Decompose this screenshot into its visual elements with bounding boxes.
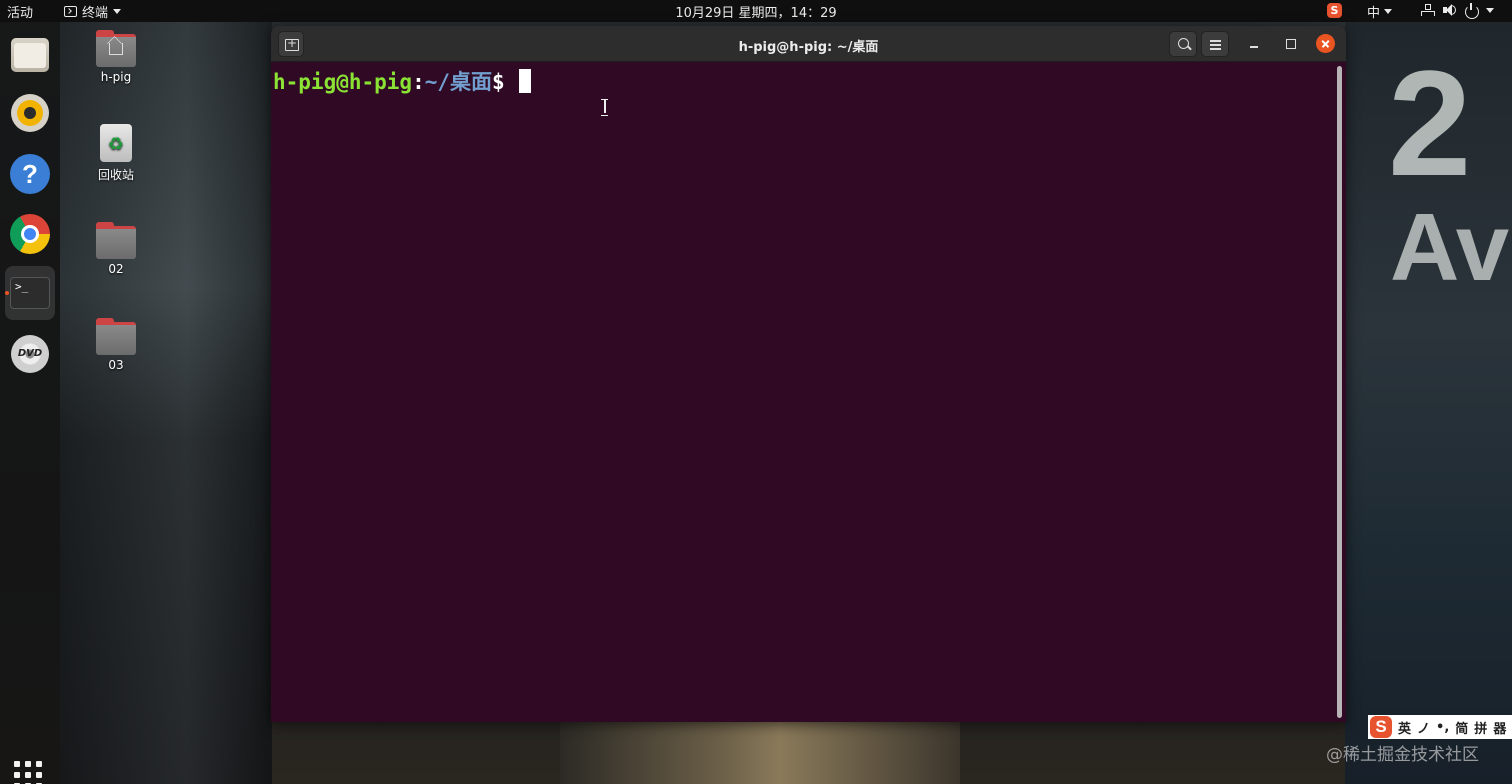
- app-menu-label: 终端: [82, 6, 109, 21]
- desktop-icon-label: 02: [108, 262, 124, 276]
- hamburger-menu-button[interactable]: [1201, 31, 1229, 57]
- prompt-path: ~/桌面: [424, 70, 493, 94]
- chevron-down-icon: [113, 9, 122, 14]
- running-indicator: [5, 291, 9, 295]
- desktop-icon-folder-02[interactable]: 02: [76, 222, 156, 276]
- power-icon: [1464, 3, 1479, 19]
- input-method-menu[interactable]: 中: [1367, 2, 1393, 21]
- chrome-icon: [10, 214, 50, 254]
- desktop-icon-label: h-pig: [100, 70, 132, 84]
- station-sign-text: Ave: [1390, 200, 1512, 296]
- volume-icon: [1442, 3, 1456, 17]
- terminal-icon: [64, 6, 77, 17]
- text-cursor: [518, 69, 531, 93]
- close-button[interactable]: [1316, 34, 1335, 53]
- input-method-label: 中: [1367, 6, 1381, 21]
- chevron-down-icon: [1486, 7, 1494, 13]
- dock-item-chrome[interactable]: [5, 207, 55, 261]
- activities-button[interactable]: 活动: [7, 2, 33, 21]
- new-tab-button[interactable]: [278, 31, 304, 57]
- desktop-icon-folder-03[interactable]: 03: [76, 318, 156, 372]
- prompt-symbol: $: [492, 70, 505, 94]
- dock-item-rhythmbox[interactable]: [5, 86, 55, 140]
- sogou-tray-icon[interactable]: S: [1327, 3, 1342, 18]
- desktop-icon-label: 回收站: [97, 168, 134, 182]
- ime-simplified-toggle[interactable]: 简: [1455, 718, 1468, 737]
- window-titlebar[interactable]: h-pig@h-pig: ~/桌面: [271, 26, 1346, 62]
- folder-icon: [96, 222, 136, 259]
- prompt-separator: :: [412, 70, 425, 94]
- ime-english-toggle[interactable]: 英: [1398, 718, 1411, 737]
- rhythmbox-icon: [11, 94, 49, 132]
- network-icon: [1420, 3, 1435, 17]
- terminal-icon: >_: [10, 277, 50, 309]
- desktop-icon-label: 03: [108, 358, 124, 372]
- desktop-icon-home[interactable]: h-pig: [76, 30, 156, 84]
- station-sign-number: 2: [1388, 39, 1472, 207]
- minimize-button[interactable]: [1245, 36, 1263, 54]
- dock-item-dvd[interactable]: DVD: [5, 327, 55, 381]
- dock-item-files[interactable]: [5, 28, 55, 82]
- chevron-down-icon: [1384, 9, 1393, 14]
- help-icon: ?: [10, 154, 50, 194]
- terminal-window: h-pig@h-pig: ~/桌面 h-pig@h-pig:~/桌面$: [271, 26, 1346, 722]
- system-menu[interactable]: [1420, 3, 1494, 19]
- search-button[interactable]: [1169, 31, 1197, 57]
- dock-item-help[interactable]: ?: [5, 147, 55, 201]
- trash-icon: ♻: [100, 124, 132, 162]
- home-folder-icon: [96, 30, 136, 67]
- ime-moon-icon[interactable]: ノ: [1417, 718, 1430, 737]
- ime-toolbar: S 英 ノ •, 简 拼 器: [1368, 715, 1512, 739]
- dvd-icon: DVD: [11, 335, 49, 373]
- prompt-line: h-pig@h-pig:~/桌面$: [273, 66, 531, 96]
- sogou-logo-icon[interactable]: S: [1370, 716, 1392, 738]
- mouse-ibeam-cursor-icon: [600, 99, 609, 116]
- dock-item-terminal[interactable]: >_: [5, 266, 55, 320]
- maximize-button[interactable]: [1281, 36, 1299, 54]
- files-icon: [11, 38, 49, 72]
- desktop-icon-trash[interactable]: ♻ 回收站: [76, 124, 156, 183]
- wallpaper-platform: [560, 720, 960, 784]
- dock: ? >_ DVD: [0, 22, 60, 784]
- show-applications-button[interactable]: [14, 761, 42, 784]
- terminal-content[interactable]: h-pig@h-pig:~/桌面$: [271, 62, 1346, 722]
- app-menu-terminal[interactable]: 终端: [64, 2, 122, 21]
- watermark: @稀土掘金技术社区: [1326, 745, 1479, 765]
- clock-button[interactable]: 10月29日 星期四，14：29: [675, 6, 836, 21]
- folder-icon: [96, 318, 136, 355]
- ime-punctuation-toggle[interactable]: •,: [1436, 720, 1449, 735]
- ime-pinyin-toggle[interactable]: 拼: [1474, 718, 1487, 737]
- scrollbar[interactable]: [1337, 66, 1342, 718]
- prompt-user-host: h-pig@h-pig: [273, 70, 413, 94]
- ime-toolbox-icon[interactable]: 器: [1493, 718, 1506, 737]
- top-bar: 活动 终端 10月29日 星期四，14：29 S 中: [0, 0, 1512, 22]
